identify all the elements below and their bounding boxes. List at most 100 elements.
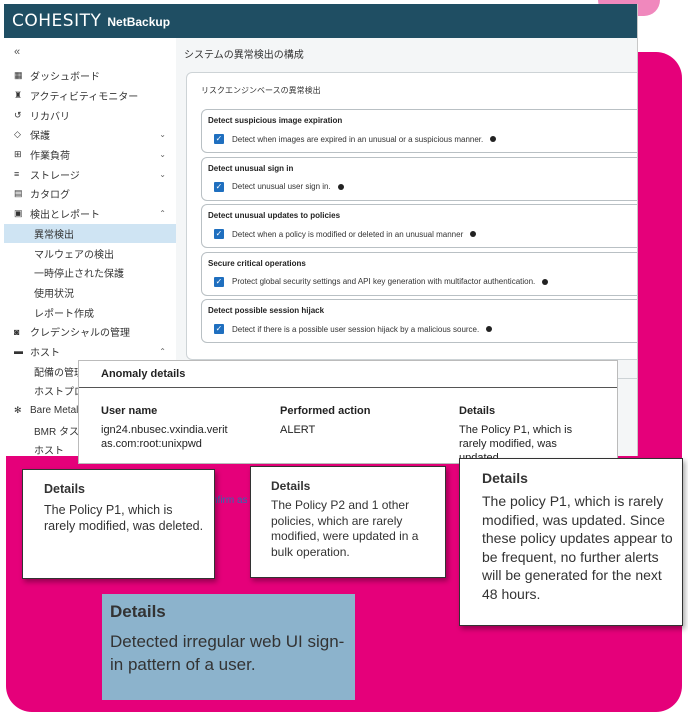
report-icon: ▣ [14,208,23,219]
detection-rule: Detect possible session hijack ✓ Detect if… [201,299,637,343]
sidebar-item-label: 異常検出 [34,229,74,241]
callout-heading: Details [271,479,311,493]
rule-title: Secure critical operations [208,258,306,268]
sidebar-item-4[interactable]: ⊞ 作業負荷 ⌄ [4,145,176,165]
callout-text: The Policy P1, which is rarely modified,… [44,503,204,533]
rule-option: ✓ Detect unusual user sign in. [214,181,344,192]
shield-icon: ◇ [14,129,21,140]
sidebar-item-label: ダッシュボード [30,72,100,84]
sidebar-item-12[interactable]: レポート作成 [4,302,176,322]
sidebar-item-label: マルウェアの検出 [34,249,114,261]
rule-title: Detect possible session hijack [208,306,325,315]
sidebar-item-0[interactable]: ▦ ダッシュボード [4,66,176,86]
rule-checkbox[interactable]: ✓ [214,276,224,287]
rule-title: Detect suspicious image expiration [208,116,343,125]
workload-icon: ⊞ [14,149,22,160]
detection-rule: Detect suspicious image expiration ✓ Detec… [201,109,637,153]
sidebar-item-7[interactable]: ▣ 検出とレポート ⌃ [4,204,176,224]
sidebar-item-label: ホスト [30,347,60,359]
storage-icon: ≡ [14,169,20,180]
catalog-icon: ▤ [14,188,23,199]
cohesity-logo[interactable]: COHESITY [12,11,101,31]
callout-text: The policy P1, which is rarely modified,… [482,493,673,602]
callout-text: Detected irregular web UI sign-in patter… [110,632,345,674]
sidebar-item-label: 一時停止された保護 [34,269,124,281]
top-bar: COHESITY NetBackup [4,4,637,38]
sidebar-item-8[interactable]: 異常検出 [4,223,176,244]
rule-checkbox[interactable]: ✓ [214,229,224,239]
key-icon: ◙ [14,326,20,337]
info-icon[interactable] [337,183,344,190]
sidebar-item-9[interactable]: マルウェアの検出 [4,243,176,263]
sidebar-item-label: カタログ [30,190,70,202]
product-name: NetBackup [107,15,171,29]
sidebar-item-label: 作業負荷 [30,151,70,163]
rule-description: Detect when images are expired in an unu… [232,134,484,144]
divider [79,387,617,388]
callout-frequent-updates: Details The policy P1, which is rarely m… [459,458,683,626]
sidebar-item-6[interactable]: ▤ カタログ [4,184,176,204]
callout-irregular-signin: Details Detected irregular web UI sign-i… [102,594,355,700]
chevron-icon[interactable]: ⌃ [159,209,166,218]
rule-checkbox[interactable]: ✓ [214,181,224,192]
sidebar-item-label: 配備の管理 [34,367,84,379]
anomaly-details-dialog: Anomaly details User name ign24.nbusec.v… [78,360,618,464]
info-icon[interactable] [470,231,477,237]
details-label: Details [459,405,496,417]
callout-heading: Details [44,482,85,496]
callout-text: The Policy P2 and 1 other policies, whic… [271,498,419,559]
anomaly-details-title: Anomaly details [101,368,186,380]
collapse-sidebar-icon[interactable]: « [14,46,20,58]
callout-heading: Details [482,470,528,486]
callout-heading: Details [110,602,166,621]
rule-description: Detect when a policy is modified or dele… [232,229,464,239]
rule-checkbox[interactable]: ✓ [214,134,224,144]
dashboard-icon: ▦ [14,70,23,81]
host-icon: ▬ [14,346,23,357]
sidebar-item-14[interactable]: ▬ ホスト ⌃ [4,342,176,362]
chevron-icon[interactable]: ⌃ [159,347,166,356]
callout-policy-deleted: Details The Policy P1, which is rarely m… [22,469,215,579]
sidebar-item-label: ホスト [34,446,64,456]
rule-description: Protect global security settings and API… [232,277,536,286]
sidebar-item-11[interactable]: 使用状況 [4,283,176,303]
user-name-label: User name [101,405,158,417]
chevron-icon[interactable]: ⌄ [159,130,166,139]
rule-option: ✓ Detect when images are expired in an un… [214,134,497,144]
sidebar-item-label: 保護 [30,131,50,143]
sidebar-item-1[interactable]: ♜ アクティビティモニター [4,86,176,106]
performed-action-label: Performed action [280,405,371,417]
info-icon[interactable] [486,326,493,332]
chevron-icon[interactable]: ⌄ [159,170,166,179]
sidebar-item-2[interactable]: ↺ リカバリ [4,105,176,125]
sidebar-item-10[interactable]: 一時停止された保護 [4,263,176,283]
detection-rule: Detect unusual sign in ✓ Detect unusual us… [201,156,637,201]
callout-bulk-update: Details The Policy P2 and 1 other polici… [250,466,446,578]
sidebar-item-13[interactable]: ◙ クレデンシャルの管理 [4,322,176,342]
sidebar-item-label: アクティビティモニター [30,92,139,104]
rule-option: ✓ Protect global security settings and AP… [214,276,549,287]
page-title: システムの異常検出の構成 [184,50,304,61]
rule-description: Detect if there is a possible user sessi… [232,324,480,334]
rule-option: ✓ Detect if there is a possible user sess… [214,324,493,334]
performed-action-value: ALERT [280,424,316,436]
sidebar-item-5[interactable]: ≡ ストレージ ⌄ [4,164,176,184]
rule-title: Detect unusual sign in [208,163,294,173]
detection-rule: Secure critical operations ✓ Protect globa… [201,251,637,296]
activity-icon: ♜ [14,90,23,101]
info-icon[interactable] [490,136,497,142]
risk-engine-card: リスクエンジンベースの異常検出 Detect suspicious image … [186,72,637,360]
sidebar-item-label: レポート作成 [34,308,94,320]
gear-icon: ✻ [14,405,22,416]
sidebar-item-label: リカバリ [30,111,70,123]
info-icon[interactable] [542,278,549,285]
sidebar-item-3[interactable]: ◇ 保護 ⌄ [4,125,176,145]
chevron-icon[interactable]: ⌄ [159,150,166,159]
rule-checkbox[interactable]: ✓ [214,324,224,334]
detection-rule: Detect unusual updates to policies ✓ Detec… [201,204,637,248]
user-name-value: ign24.nbusec.vxindia.verit as.com:root:u… [101,424,228,450]
sidebar-item-label: ストレージ [30,170,80,182]
sidebar-item-label: 検出とレポート [30,210,100,222]
confirm-link-fragment[interactable]: nfirm as [212,495,248,506]
card-title: リスクエンジンベースの異常検出 [201,86,321,95]
